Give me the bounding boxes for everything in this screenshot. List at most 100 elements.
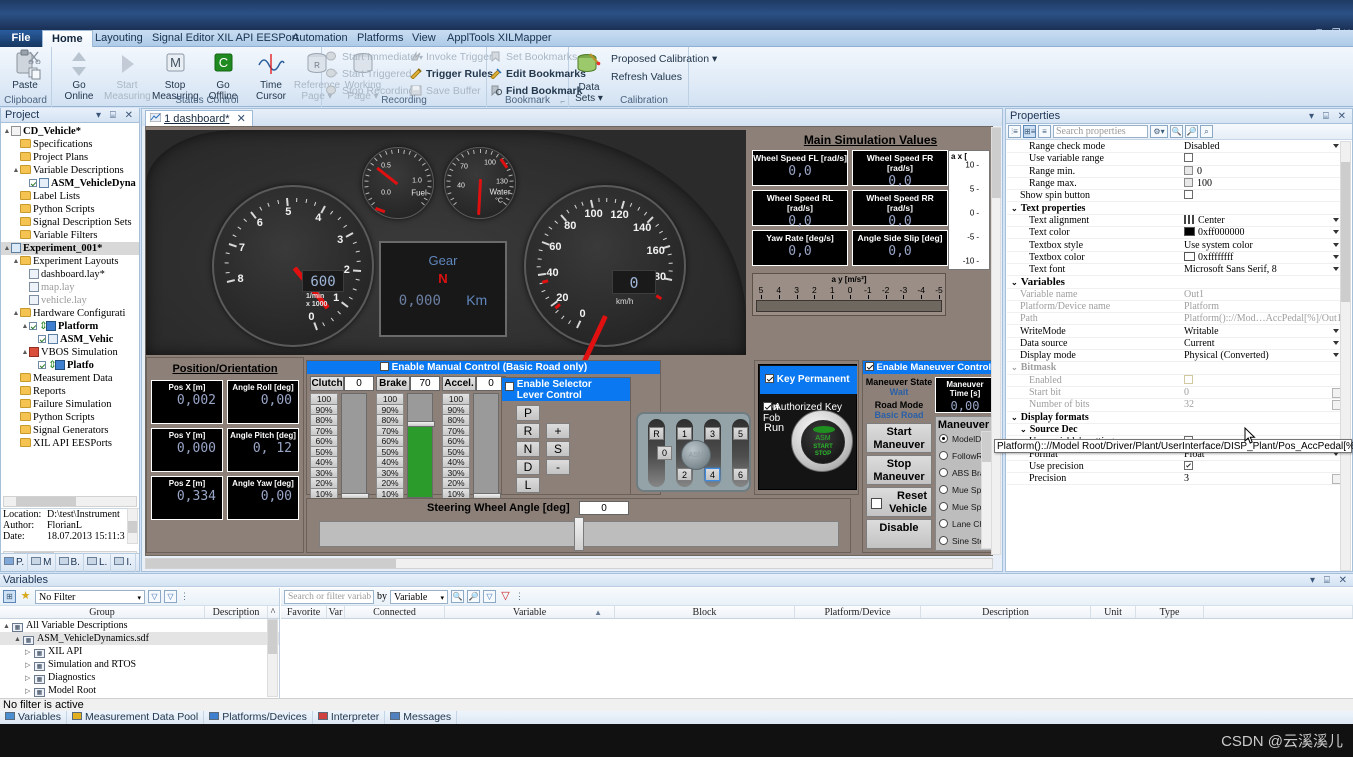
project-tree-node[interactable]: map.lay: [1, 281, 139, 294]
reset-vehicle-button[interactable]: Reset Vehicle: [866, 487, 932, 517]
tab-home[interactable]: Home: [42, 30, 93, 47]
project-tree-node[interactable]: XIL API EESPorts: [1, 437, 139, 450]
pedal-value-field[interactable]: 0: [344, 376, 374, 391]
property-value[interactable]: Current: [1182, 338, 1343, 349]
property-row[interactable]: Show spin button: [1007, 190, 1343, 203]
check-icon[interactable]: [38, 361, 46, 369]
gate-label-top-3[interactable]: 3: [705, 427, 720, 440]
variables-search-input[interactable]: Search or filter variab: [284, 589, 374, 604]
tab-automation[interactable]: Automation: [283, 30, 357, 47]
maneuver-radio[interactable]: [939, 519, 948, 528]
chevron-down-icon[interactable]: [1333, 353, 1339, 358]
check-icon[interactable]: [29, 179, 37, 187]
property-row[interactable]: ⌄ Variables: [1007, 276, 1343, 289]
property-value[interactable]: 100: [1182, 178, 1343, 189]
shift-knob[interactable]: ASM: [681, 440, 711, 470]
tree-twisty[interactable]: ▲: [21, 320, 29, 333]
gate-label-top-5[interactable]: 5: [733, 427, 748, 440]
property-value[interactable]: Physical (Converted): [1182, 350, 1343, 361]
project-tree-node[interactable]: ⇕ Platfo: [1, 359, 139, 372]
tab-layouting[interactable]: Layouting: [86, 30, 152, 47]
project-tree-node[interactable]: vehicle.lay: [1, 294, 139, 307]
property-value[interactable]: Platform():://Mod…AccPedal[%]/Out1: [1182, 313, 1343, 324]
tab-appltools-xilmapper[interactable]: ApplTools XILMapper: [438, 30, 561, 47]
properties-search-input[interactable]: Search properties: [1053, 125, 1148, 138]
column-header-block[interactable]: Block: [615, 606, 795, 618]
project-tree-node[interactable]: ▲ Hardware Configurati: [1, 307, 139, 320]
property-checkbox[interactable]: [1184, 460, 1193, 470]
right-toolbar-overflow-icon[interactable]: ⋮: [515, 591, 524, 602]
alpha-sort-icon[interactable]: ≡: [1038, 125, 1051, 138]
bookmark-dialog-launcher[interactable]: ⌐: [560, 97, 565, 106]
properties-vscrollbar[interactable]: [1340, 141, 1351, 571]
chevron-down-icon[interactable]: ⌄: [1011, 278, 1018, 287]
tree-twisty[interactable]: ▲: [12, 255, 20, 268]
property-row[interactable]: ⌄ Bitmask: [1007, 362, 1343, 375]
property-row[interactable]: ⌄ Display formats: [1007, 412, 1343, 424]
maneuver-radio[interactable]: [939, 502, 948, 511]
layout-canvas[interactable]: 012345678 600 1/min x 1000 0.0 0.5 1.0 Fu…: [145, 126, 993, 556]
property-value[interactable]: [1182, 460, 1343, 472]
project-tree-hscrollbar[interactable]: [3, 496, 137, 507]
variables-group-row[interactable]: ▲ ▦ ASM_VehicleDynamics.sdf: [0, 632, 279, 645]
variables-caption-buttons[interactable]: ▾ ⌸ ✕: [1310, 574, 1350, 587]
tree-twisty[interactable]: ▲: [3, 242, 11, 255]
gate-label-top-1[interactable]: 1: [677, 427, 692, 440]
canvas-hscrollbar[interactable]: [145, 558, 993, 569]
property-value[interactable]: 3: [1182, 473, 1343, 485]
tree-twisty[interactable]: ▲: [3, 620, 12, 633]
property-value[interactable]: Writable: [1182, 326, 1343, 337]
property-value[interactable]: Microsoft Sans Serif, 8: [1182, 264, 1343, 275]
column-header-type[interactable]: Type: [1136, 606, 1204, 618]
steering-value-field[interactable]: 0: [579, 501, 629, 515]
selector-button-sport[interactable]: S: [546, 441, 570, 457]
property-value[interactable]: Platform: [1182, 301, 1343, 312]
property-row[interactable]: Use precision: [1007, 460, 1343, 474]
tree-view-icon[interactable]: ⊞≡: [1023, 125, 1036, 138]
property-row[interactable]: ⌄ Source Dec: [1007, 424, 1343, 437]
zoom-in-icon[interactable]: 🔍: [1170, 125, 1183, 138]
project-tree-node[interactable]: Failure Simulation: [1, 398, 139, 411]
reset-vehicle-checkbox[interactable]: [871, 498, 882, 509]
project-tree-node[interactable]: Signal Description Sets: [1, 216, 139, 229]
property-row[interactable]: Text alignment Center: [1007, 214, 1343, 228]
chevron-down-icon[interactable]: [1333, 217, 1339, 222]
property-row[interactable]: Start bit 0: [1007, 387, 1343, 400]
column-header-variable[interactable]: Variable ▲: [445, 606, 615, 618]
canvas-vscrollbar[interactable]: [991, 127, 1001, 555]
property-row[interactable]: Variable name Out1: [1007, 289, 1343, 301]
stop-maneuver-button[interactable]: Stop Maneuver: [866, 455, 932, 485]
project-tree-node[interactable]: Label Lists: [1, 190, 139, 203]
filter-combo[interactable]: No Filter ▾: [35, 589, 145, 604]
selector-button-plus[interactable]: +: [546, 423, 570, 439]
paste-button[interactable]: Paste: [2, 49, 48, 92]
search-next-icon[interactable]: 🔎: [467, 590, 480, 603]
project-tree-node[interactable]: ▲ ⇕ Platform: [1, 320, 139, 333]
chevron-down-icon[interactable]: [1333, 242, 1339, 247]
project-tree-node[interactable]: Measurement Data: [1, 372, 139, 385]
filter-variables-icon[interactable]: ▽: [483, 590, 496, 603]
variables-left-vscrollbar[interactable]: [267, 619, 278, 697]
gate-label-bottom-6[interactable]: 6: [733, 468, 748, 481]
property-checkbox[interactable]: [1184, 374, 1193, 384]
check-icon[interactable]: [38, 335, 46, 343]
project-tree-node[interactable]: ▲ Variable Descriptions: [1, 164, 139, 177]
category-sort-icon[interactable]: ⫶≡: [1008, 125, 1021, 138]
selector-button-minus[interactable]: -: [546, 459, 570, 475]
property-row[interactable]: Display mode Physical (Converted): [1007, 350, 1343, 363]
steering-slider-track[interactable]: [319, 517, 839, 551]
project-bottom-tabs[interactable]: P. M B. L. I.: [1, 553, 139, 572]
authorized-key-checkbox[interactable]: [763, 402, 772, 411]
start-immediate-button[interactable]: Start Immediate ▾: [326, 51, 423, 64]
property-checkbox[interactable]: [1184, 153, 1193, 163]
property-row[interactable]: Textbox style Use system color: [1007, 239, 1343, 252]
gear-button-r[interactable]: R: [516, 423, 540, 439]
property-row[interactable]: Range check mode Disabled: [1007, 141, 1343, 154]
tree-twisty[interactable]: ▲: [12, 164, 20, 177]
key-permanent-row[interactable]: Key Permanent On: [760, 366, 857, 413]
property-row[interactable]: Range max. 100: [1007, 178, 1343, 191]
chevron-down-icon[interactable]: ⌄: [1011, 413, 1018, 422]
column-header-connected[interactable]: Connected: [345, 606, 445, 618]
property-row[interactable]: Use variable range: [1007, 153, 1343, 166]
properties-list[interactable]: Range check mode Disabled Use variable ran…: [1007, 141, 1343, 571]
